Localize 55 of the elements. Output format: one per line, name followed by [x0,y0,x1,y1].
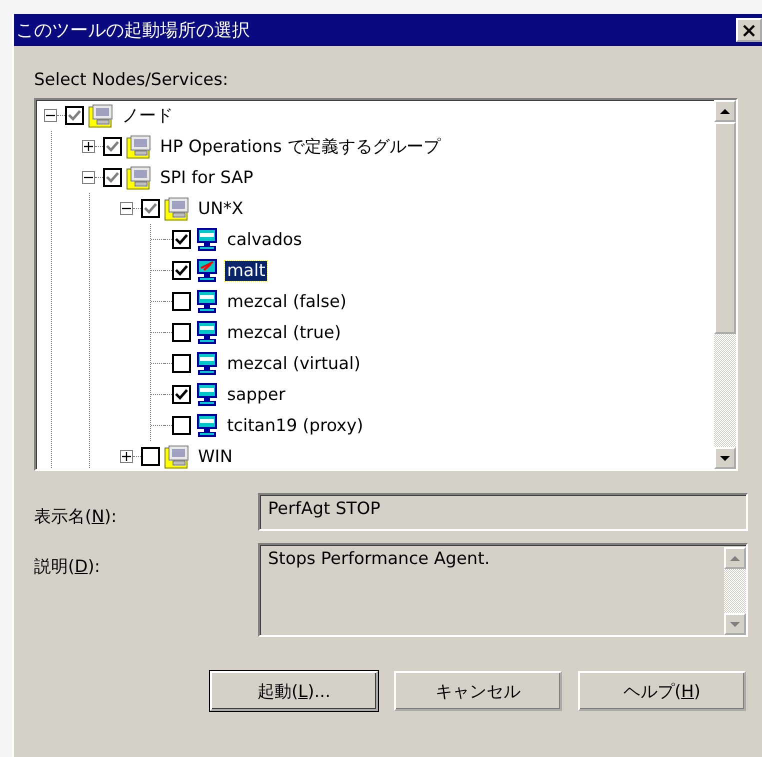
collapse-toggle[interactable] [82,171,95,184]
node-checkbox[interactable] [172,354,191,373]
tree-item[interactable]: UN*X [196,198,246,218]
close-button[interactable]: × [736,18,762,42]
node-checkbox[interactable] [172,292,191,311]
scroll-up-button[interactable] [714,100,736,122]
folder-computer-icon [164,196,190,222]
node-checkbox[interactable] [172,323,191,342]
tree-item[interactable]: mezcal (false) [225,292,349,312]
scroll-thumb[interactable] [714,122,736,334]
folder-computer-icon [126,134,152,160]
tree-item[interactable]: calvados [225,230,304,250]
tree-item[interactable]: SPI for SAP [158,168,256,188]
up-arrow-icon [719,108,731,114]
collapse-toggle[interactable] [44,109,57,122]
plus-icon [122,452,131,461]
dialog-button[interactable]: キャンセル [394,671,562,711]
tree-item[interactable]: malt [225,260,268,280]
field-label: 説明(D): [34,556,102,579]
collapse-toggle[interactable] [120,202,133,215]
expand-toggle[interactable] [82,140,95,153]
dialog-button[interactable]: ヘルプ(H) [578,671,746,711]
node-checkbox[interactable] [103,168,122,187]
window-title: このツールの起動場所の選択 [16,19,250,42]
scrollbar[interactable] [714,100,736,469]
node-checkbox[interactable] [141,199,160,218]
tree-item[interactable]: sapper [225,384,288,404]
scroll-down-button[interactable] [714,447,736,469]
folder-computer-icon [126,164,152,190]
dialog-button[interactable]: 起動(L)... [210,671,378,711]
node-checkbox[interactable] [172,416,191,435]
field-value: PerfAgt STOP [268,499,380,521]
description-field[interactable]: Stops Performance Agent. [258,543,748,637]
tree-item[interactable]: tcitan19 (proxy) [225,416,366,436]
tree-item[interactable]: mezcal (virtual) [225,354,362,374]
node-checkbox[interactable] [65,106,84,125]
up-arrow-icon [729,554,741,562]
expand-toggle[interactable] [120,450,133,463]
node-checkbox[interactable] [172,230,191,249]
tree-item[interactable]: HP Operations で定義するグループ [158,135,442,158]
plus-icon [84,142,93,151]
node-checkbox[interactable] [172,261,191,280]
tree-item[interactable]: ノード [120,104,175,127]
field-value: Stops Performance Agent. [268,549,490,571]
field-label: 表示名(N): [34,506,118,529]
node-checkbox[interactable] [172,385,191,404]
name-field[interactable]: PerfAgt STOP [258,493,748,531]
tree-item[interactable]: mezcal (true) [225,322,343,342]
tree-item[interactable]: WIN [196,446,235,466]
tree-label: Select Nodes/Services: [34,70,230,90]
node-checkbox[interactable] [141,447,160,466]
node-checkbox[interactable] [103,137,122,156]
down-arrow-icon [729,620,741,628]
down-arrow-icon [719,454,731,462]
folder-computer-icon [88,102,114,128]
